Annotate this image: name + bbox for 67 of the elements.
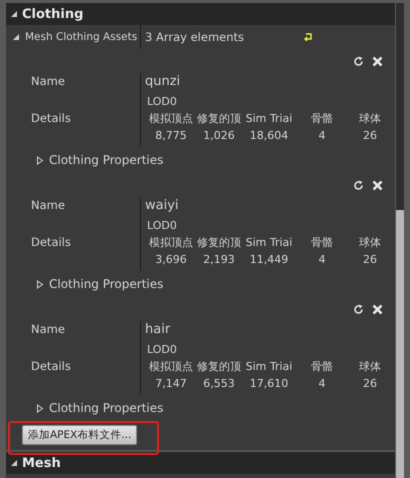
column-header: Sim Triai [244,112,294,125]
lod-label: LOD0 [147,343,178,356]
table-cell-text: 26 [362,253,378,266]
property-label: Mesh Clothing Assets [25,31,138,43]
column-header: 球体 [358,235,382,250]
column-header: 模拟顶点 [148,235,194,250]
table-cell-text: 11,449 [248,253,290,266]
name-label: Name [31,74,65,88]
column-header: 修复的顶 [196,235,242,250]
table-cell-text: 2,193 [202,253,236,266]
table-cell-text: 7,147 [154,377,188,390]
table-cell-text: 26 [362,129,378,142]
group-label: Clothing Properties [49,277,164,291]
details-label: Details [31,111,71,125]
close-icon[interactable] [372,304,383,314]
reset-icon[interactable] [353,56,364,66]
asset-name: hair [145,322,170,336]
expand-arrow-icon[interactable] [10,10,18,18]
column-header: 修复的顶 [196,111,242,126]
expand-arrow-icon[interactable] [12,33,20,41]
table-cell-text: 4 [318,253,326,266]
reset-icon[interactable] [353,304,364,314]
add-file-button[interactable]: 添加APEX布料文件... [22,424,138,444]
column-header: 骨骼 [310,111,334,126]
section-header[interactable]: Clothing [6,3,395,25]
expand-arrow-icon[interactable] [36,280,44,288]
close-icon[interactable] [372,56,383,66]
expand-arrow-icon[interactable] [36,404,44,412]
section-header[interactable]: Mesh [6,452,395,474]
property-value: 3 Array elements [145,30,244,44]
details-label: Details [31,359,71,373]
section-title: Mesh [22,456,61,470]
name-label: Name [31,322,65,336]
reset-arrow-icon[interactable] [304,33,314,41]
close-icon[interactable] [372,180,383,190]
table-cell-text: 4 [318,129,326,142]
column-header: Sim Triai [244,360,294,373]
lod-label: LOD0 [147,95,178,108]
column-header: 模拟顶点 [148,111,194,126]
table-cell-text: 1,026 [202,129,236,142]
column-header: 球体 [358,111,382,126]
scrollbar[interactable] [396,3,404,478]
table-cell-text: 18,604 [248,129,290,142]
expand-arrow-icon[interactable] [36,156,44,164]
column-header: 球体 [358,359,382,374]
section-title: Clothing [22,6,84,22]
column-header: Sim Triai [244,236,294,249]
name-label: Name [31,198,65,212]
reset-icon[interactable] [353,180,364,190]
column-header: 模拟顶点 [148,359,194,374]
table-cell-text: 4 [318,377,326,390]
group-label: Clothing Properties [49,401,164,415]
table-cell-text: 26 [362,377,378,390]
asset-name: waiyi [145,198,179,212]
expand-arrow-icon[interactable] [10,459,18,467]
lod-label: LOD0 [147,219,178,232]
column-header: 修复的顶 [196,359,242,374]
column-header: 骨骼 [310,359,334,374]
scrollbar-thumb[interactable] [396,210,404,478]
table-cell-text: 17,610 [248,377,290,390]
details-label: Details [31,235,71,249]
table-cell-text: 3,696 [154,253,188,266]
table-cell-text: 8,775 [154,129,188,142]
column-header: 骨骼 [310,235,334,250]
asset-name: qunzi [145,74,180,88]
table-cell-text: 6,553 [202,377,236,390]
group-label: Clothing Properties [49,153,164,167]
